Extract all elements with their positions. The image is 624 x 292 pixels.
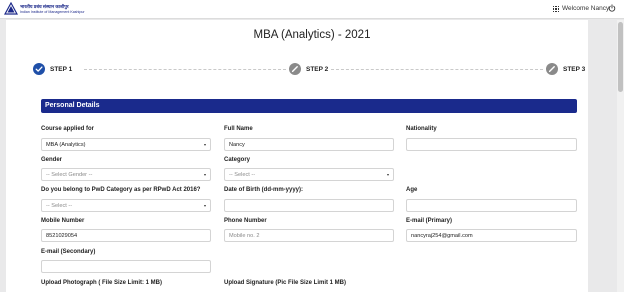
course-label: Course applied for xyxy=(41,126,95,132)
full-name-input[interactable]: Nancy xyxy=(224,138,394,151)
age-input[interactable] xyxy=(406,199,577,212)
age-label: Age xyxy=(406,187,418,193)
nationality-label: Nationality xyxy=(406,126,437,132)
category-label: Category xyxy=(224,157,251,163)
mobile-input[interactable]: 8521029054 xyxy=(41,229,211,242)
welcome-user-text: Welcome Nancy xyxy=(562,5,610,12)
phone-label: Phone Number xyxy=(224,218,267,224)
email-primary-input[interactable]: nancyraj254@gmail.com xyxy=(406,229,577,242)
step-1-indicator[interactable] xyxy=(33,63,45,75)
pwd-category-label: Do you belong to PwD Category as per RPw… xyxy=(41,187,201,193)
category-select[interactable]: -- Select -- xyxy=(224,168,394,181)
mobile-label: Mobile Number xyxy=(41,218,85,224)
gender-label: Gender xyxy=(41,157,63,163)
course-select[interactable]: MBA (Analytics) xyxy=(41,138,211,151)
dob-input[interactable] xyxy=(224,199,394,212)
step-3-label: STEP 3 xyxy=(563,66,586,73)
pencil-icon xyxy=(289,63,301,75)
check-icon xyxy=(33,63,45,75)
grid-icon[interactable] xyxy=(553,6,559,12)
nationality-input[interactable] xyxy=(406,138,577,151)
email-primary-label: E-mail (Primary) xyxy=(406,218,453,224)
step-2-indicator[interactable] xyxy=(289,63,301,75)
pencil-icon xyxy=(546,63,558,75)
stepper-connector xyxy=(331,69,543,70)
gender-select[interactable]: -- Select Gender -- xyxy=(41,168,211,181)
step-3-indicator[interactable] xyxy=(546,63,558,75)
logo-english-text: Indian Institute of Management Kashipur xyxy=(20,10,85,14)
email-secondary-label: E-mail (Secondary) xyxy=(41,249,96,255)
section-header-personal-details: Personal Details xyxy=(41,99,577,113)
institute-logo[interactable]: भारतीय प्रबंध संस्थान काशीपुर Indian Ins… xyxy=(4,2,85,18)
upload-signature-label: Upload Signature (Pic File Size Limit 1 … xyxy=(224,280,347,286)
top-bar: भारतीय प्रबंध संस्थान काशीपुर Indian Ins… xyxy=(0,0,624,19)
step-2-label: STEP 2 xyxy=(306,66,329,73)
page-title: MBA (Analytics) - 2021 xyxy=(253,29,371,41)
pwd-category-select[interactable]: -- Select -- xyxy=(41,199,211,212)
dob-label: Date of Birth (dd-mm-yyyy): xyxy=(224,187,304,193)
phone-input[interactable]: Mobile no. 2 xyxy=(224,229,394,242)
step-1-label: STEP 1 xyxy=(50,66,73,73)
power-icon[interactable] xyxy=(608,4,616,12)
email-secondary-input[interactable] xyxy=(41,260,211,273)
full-name-label: Full Name xyxy=(224,126,253,132)
stepper-connector xyxy=(84,69,286,70)
upload-photo-label: Upload Photograph ( File Size Limit: 1 M… xyxy=(41,280,162,286)
institute-emblem-icon xyxy=(4,2,18,15)
